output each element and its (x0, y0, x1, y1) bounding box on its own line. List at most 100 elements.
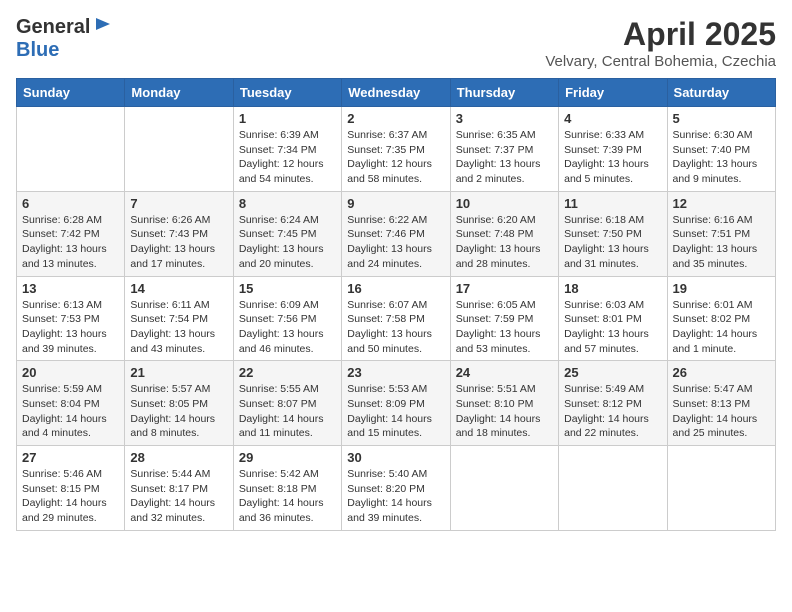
logo: General Blue (16, 16, 114, 62)
day-info: Sunrise: 5:46 AMSunset: 8:15 PMDaylight:… (22, 467, 119, 526)
day-info: Sunrise: 6:20 AMSunset: 7:48 PMDaylight:… (456, 213, 553, 272)
calendar-week-2: 6 Sunrise: 6:28 AMSunset: 7:42 PMDaylight… (17, 191, 776, 276)
day-number: 6 (22, 196, 119, 211)
day-number: 19 (673, 281, 770, 296)
day-info: Sunrise: 5:42 AMSunset: 8:18 PMDaylight:… (239, 467, 336, 526)
calendar-cell: 17 Sunrise: 6:05 AMSunset: 7:59 PMDayligh… (450, 276, 558, 361)
day-number: 11 (564, 196, 661, 211)
day-info: Sunrise: 6:01 AMSunset: 8:02 PMDaylight:… (673, 298, 770, 357)
day-info: Sunrise: 6:13 AMSunset: 7:53 PMDaylight:… (22, 298, 119, 357)
calendar-cell (559, 446, 667, 531)
day-number: 7 (130, 196, 227, 211)
day-number: 26 (673, 365, 770, 380)
day-number: 5 (673, 111, 770, 126)
calendar-cell: 24 Sunrise: 5:51 AMSunset: 8:10 PMDayligh… (450, 361, 558, 446)
day-info: Sunrise: 6:09 AMSunset: 7:56 PMDaylight:… (239, 298, 336, 357)
calendar-cell: 6 Sunrise: 6:28 AMSunset: 7:42 PMDaylight… (17, 191, 125, 276)
calendar-cell: 19 Sunrise: 6:01 AMSunset: 8:02 PMDayligh… (667, 276, 775, 361)
calendar-cell: 21Sunrise: 5:57 AMSunset: 8:05 PMDayligh… (125, 361, 233, 446)
calendar-cell: 16 Sunrise: 6:07 AMSunset: 7:58 PMDayligh… (342, 276, 450, 361)
calendar-cell: 1 Sunrise: 6:39 AMSunset: 7:34 PMDaylight… (233, 107, 341, 192)
day-number: 23 (347, 365, 444, 380)
calendar-cell: 30 Sunrise: 5:40 AMSunset: 8:20 PMDayligh… (342, 446, 450, 531)
calendar-table: SundayMondayTuesdayWednesdayThursdayFrid… (16, 78, 776, 531)
day-info: Sunrise: 5:59 AMSunset: 8:04 PMDaylight:… (22, 382, 119, 441)
day-info: Sunrise: 5:53 AMSunset: 8:09 PMDaylight:… (347, 382, 444, 441)
day-number: 22 (239, 365, 336, 380)
calendar-cell: 12 Sunrise: 6:16 AMSunset: 7:51 PMDayligh… (667, 191, 775, 276)
calendar-cell: 10 Sunrise: 6:20 AMSunset: 7:48 PMDayligh… (450, 191, 558, 276)
calendar-cell: 20 Sunrise: 5:59 AMSunset: 8:04 PMDayligh… (17, 361, 125, 446)
weekday-header-row: SundayMondayTuesdayWednesdayThursdayFrid… (17, 79, 776, 107)
calendar-week-4: 20 Sunrise: 5:59 AMSunset: 8:04 PMDayligh… (17, 361, 776, 446)
logo-blue-text: Blue (16, 39, 114, 62)
day-info: Sunrise: 6:33 AMSunset: 7:39 PMDaylight:… (564, 128, 661, 187)
day-info: Sunrise: 5:55 AMSunset: 8:07 PMDaylight:… (239, 382, 336, 441)
day-info: Sunrise: 6:11 AMSunset: 7:54 PMDaylight:… (130, 298, 227, 357)
calendar-cell: 8 Sunrise: 6:24 AMSunset: 7:45 PMDaylight… (233, 191, 341, 276)
month-title: April 2025 (545, 16, 776, 53)
day-info: Sunrise: 6:39 AMSunset: 7:34 PMDaylight:… (239, 128, 336, 187)
calendar-cell: 23 Sunrise: 5:53 AMSunset: 8:09 PMDayligh… (342, 361, 450, 446)
calendar-cell: 13 Sunrise: 6:13 AMSunset: 7:53 PMDayligh… (17, 276, 125, 361)
day-number: 17 (456, 281, 553, 296)
day-number: 18 (564, 281, 661, 296)
weekday-header-saturday: Saturday (667, 79, 775, 107)
day-info: Sunrise: 6:05 AMSunset: 7:59 PMDaylight:… (456, 298, 553, 357)
day-number: 13 (22, 281, 119, 296)
day-number: 25 (564, 365, 661, 380)
day-info: Sunrise: 6:28 AMSunset: 7:42 PMDaylight:… (22, 213, 119, 272)
calendar-cell: 14 Sunrise: 6:11 AMSunset: 7:54 PMDayligh… (125, 276, 233, 361)
day-info: Sunrise: 6:18 AMSunset: 7:50 PMDaylight:… (564, 213, 661, 272)
calendar-cell: 7 Sunrise: 6:26 AMSunset: 7:43 PMDaylight… (125, 191, 233, 276)
day-info: Sunrise: 5:47 AMSunset: 8:13 PMDaylight:… (673, 382, 770, 441)
day-number: 14 (130, 281, 227, 296)
day-number: 21 (130, 365, 227, 380)
title-block: April 2025 Velvary, Central Bohemia, Cze… (545, 16, 776, 70)
calendar-cell: 18Sunrise: 6:03 AMSunset: 8:01 PMDayligh… (559, 276, 667, 361)
weekday-header-tuesday: Tuesday (233, 79, 341, 107)
calendar-cell: 15Sunrise: 6:09 AMSunset: 7:56 PMDayligh… (233, 276, 341, 361)
day-number: 2 (347, 111, 444, 126)
day-number: 10 (456, 196, 553, 211)
calendar-cell (450, 446, 558, 531)
day-number: 4 (564, 111, 661, 126)
day-number: 8 (239, 196, 336, 211)
day-info: Sunrise: 5:44 AMSunset: 8:17 PMDaylight:… (130, 467, 227, 526)
calendar-cell: 22 Sunrise: 5:55 AMSunset: 8:07 PMDayligh… (233, 361, 341, 446)
day-info: Sunrise: 6:24 AMSunset: 7:45 PMDaylight:… (239, 213, 336, 272)
weekday-header-wednesday: Wednesday (342, 79, 450, 107)
calendar-cell: 5Sunrise: 6:30 AMSunset: 7:40 PMDaylight… (667, 107, 775, 192)
day-info: Sunrise: 5:40 AMSunset: 8:20 PMDaylight:… (347, 467, 444, 526)
calendar-week-5: 27 Sunrise: 5:46 AMSunset: 8:15 PMDayligh… (17, 446, 776, 531)
day-number: 24 (456, 365, 553, 380)
day-number: 28 (130, 450, 227, 465)
weekday-header-monday: Monday (125, 79, 233, 107)
calendar-cell: 4 Sunrise: 6:33 AMSunset: 7:39 PMDaylight… (559, 107, 667, 192)
calendar-cell: 3Sunrise: 6:35 AMSunset: 7:37 PMDaylight… (450, 107, 558, 192)
calendar-cell: 26 Sunrise: 5:47 AMSunset: 8:13 PMDayligh… (667, 361, 775, 446)
day-number: 30 (347, 450, 444, 465)
day-info: Sunrise: 6:26 AMSunset: 7:43 PMDaylight:… (130, 213, 227, 272)
day-number: 1 (239, 111, 336, 126)
logo-flag-icon (92, 16, 114, 38)
day-info: Sunrise: 6:16 AMSunset: 7:51 PMDaylight:… (673, 213, 770, 272)
day-info: Sunrise: 6:22 AMSunset: 7:46 PMDaylight:… (347, 213, 444, 272)
day-number: 29 (239, 450, 336, 465)
page-header: General Blue April 2025 Velvary, Central… (16, 16, 776, 70)
day-number: 16 (347, 281, 444, 296)
calendar-cell: 28 Sunrise: 5:44 AMSunset: 8:17 PMDayligh… (125, 446, 233, 531)
day-number: 12 (673, 196, 770, 211)
calendar-cell: 2Sunrise: 6:37 AMSunset: 7:35 PMDaylight… (342, 107, 450, 192)
calendar-cell: 27 Sunrise: 5:46 AMSunset: 8:15 PMDayligh… (17, 446, 125, 531)
day-number: 27 (22, 450, 119, 465)
location-title: Velvary, Central Bohemia, Czechia (545, 53, 776, 70)
day-info: Sunrise: 6:07 AMSunset: 7:58 PMDaylight:… (347, 298, 444, 357)
calendar-cell (667, 446, 775, 531)
day-number: 20 (22, 365, 119, 380)
day-info: Sunrise: 5:51 AMSunset: 8:10 PMDaylight:… (456, 382, 553, 441)
weekday-header-thursday: Thursday (450, 79, 558, 107)
weekday-header-sunday: Sunday (17, 79, 125, 107)
day-info: Sunrise: 5:49 AMSunset: 8:12 PMDaylight:… (564, 382, 661, 441)
calendar-cell: 29 Sunrise: 5:42 AMSunset: 8:18 PMDayligh… (233, 446, 341, 531)
